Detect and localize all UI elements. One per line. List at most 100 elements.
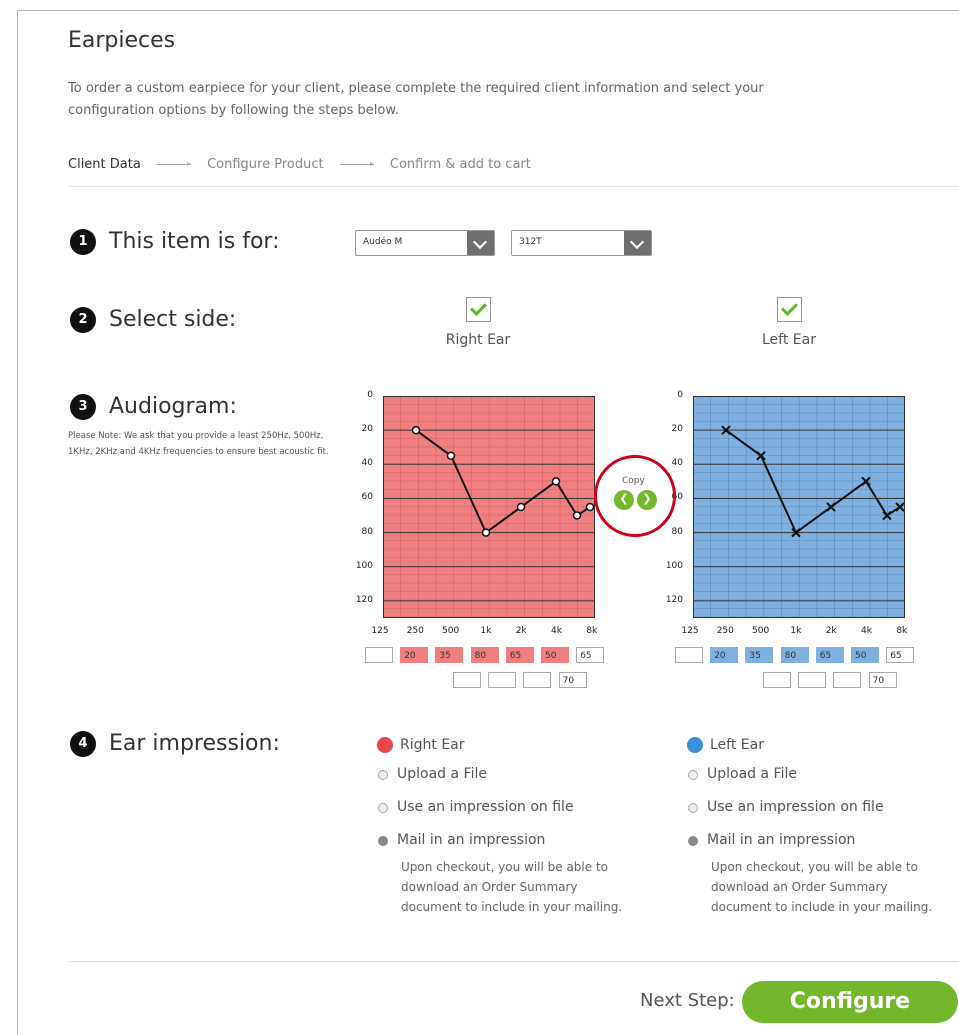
interoctave-input[interactable]: 70: [558, 672, 587, 688]
item-for-label: This item is for:: [109, 229, 280, 254]
step-client-data[interactable]: Client Data: [68, 157, 141, 172]
right-upload-radio[interactable]: [378, 770, 388, 780]
chevron-left-icon: ❮: [619, 492, 629, 505]
interoctave-input[interactable]: [833, 672, 862, 688]
x-tick-label: 250: [716, 626, 734, 636]
x-tick-label: 1k: [790, 626, 802, 636]
interoctave-input[interactable]: [763, 672, 791, 688]
audiogram-note: Please Note: We ask that you provide a l…: [68, 431, 329, 457]
frame-left-border: [17, 10, 18, 1035]
data-point[interactable]: [516, 502, 526, 512]
left-mail-option[interactable]: Mail in an impression: [707, 832, 855, 848]
interoctave-input[interactable]: [453, 672, 481, 688]
page-title: Earpieces: [68, 28, 176, 53]
chevron-right-icon: ❯: [642, 492, 652, 505]
data-point[interactable]: [551, 477, 561, 486]
ear-impression-label: Ear impression:: [109, 731, 280, 756]
copy-highlight-circle: [594, 455, 676, 537]
left-upload-radio[interactable]: [688, 770, 698, 780]
step-arrow-icon: [156, 162, 191, 166]
select-side-label: Select side:: [109, 307, 237, 332]
x-tick-label: 2k: [515, 626, 527, 636]
y-tick-label: 80: [671, 526, 683, 537]
right-audiogram-chart[interactable]: [383, 396, 595, 618]
step-number-badge: 4: [70, 731, 96, 757]
steps-divider: [68, 186, 959, 187]
left-mail-radio[interactable]: [688, 836, 698, 846]
x-tick-label: 125: [371, 626, 389, 636]
right-ear-dot: [377, 737, 393, 753]
data-point[interactable]: [572, 511, 582, 520]
right-mail-radio[interactable]: [378, 836, 388, 846]
left-mail-note: Upon checkout, you will be able to downl…: [711, 860, 933, 914]
y-tick-label: 0: [367, 390, 373, 400]
y-tick-label: 120: [665, 594, 683, 605]
data-point[interactable]: [411, 425, 421, 435]
step-breadcrumb: Client Data Configure Product Confirm & …: [68, 157, 531, 172]
threshold-input[interactable]: 65: [886, 647, 915, 663]
right-mail-note: Upon checkout, you will be able to downl…: [401, 860, 623, 914]
y-tick-label: 60: [361, 492, 373, 503]
next-step-label: Next Step:: [640, 990, 735, 1011]
data-point[interactable]: [585, 502, 595, 512]
audiogram-label: Audiogram:: [109, 394, 237, 419]
interoctave-input[interactable]: [488, 672, 517, 688]
y-tick-label: 120: [355, 594, 373, 605]
intro-text: To order a custom earpiece for your clie…: [68, 81, 764, 118]
data-point[interactable]: [481, 528, 491, 537]
step-confirm[interactable]: Confirm & add to cart: [390, 157, 531, 172]
y-tick-label: 40: [671, 458, 683, 469]
threshold-input[interactable]: 20: [710, 647, 739, 663]
step-configure-product[interactable]: Configure Product: [207, 157, 324, 172]
left-ear-checkbox[interactable]: [777, 297, 802, 322]
left-upload-option[interactable]: Upload a File: [707, 766, 797, 782]
interoctave-input[interactable]: [523, 672, 552, 688]
right-impression-title: Right Ear: [400, 737, 465, 753]
configure-button[interactable]: Configure: [742, 981, 958, 1023]
threshold-input[interactable]: [675, 647, 703, 663]
threshold-input[interactable]: 35: [435, 647, 464, 663]
left-ear-dot: [687, 737, 703, 753]
threshold-input[interactable]: 35: [745, 647, 774, 663]
right-mail-option[interactable]: Mail in an impression: [397, 832, 545, 848]
y-tick-label: 100: [355, 560, 373, 571]
threshold-input[interactable]: 50: [541, 647, 569, 663]
threshold-input[interactable]: 20: [400, 647, 429, 663]
y-tick-label: 100: [665, 560, 683, 571]
threshold-input[interactable]: [365, 647, 393, 663]
copy-label: Copy: [622, 476, 645, 486]
frame-top-border: [17, 10, 959, 11]
interoctave-input[interactable]: [798, 672, 827, 688]
y-tick-label: 20: [361, 424, 373, 435]
footer-divider: [68, 961, 959, 962]
right-on-file-radio[interactable]: [378, 803, 388, 813]
threshold-input[interactable]: 65: [576, 647, 605, 663]
copy-to-left-button[interactable]: ❯: [637, 490, 657, 510]
left-on-file-radio[interactable]: [688, 803, 698, 813]
copy-to-right-button[interactable]: ❮: [614, 490, 634, 510]
interoctave-input[interactable]: 70: [868, 672, 897, 688]
left-audiogram-chart[interactable]: [693, 396, 905, 618]
threshold-input[interactable]: 65: [505, 647, 534, 663]
battery-dropdown-value: 312T: [519, 237, 542, 247]
right-upload-option[interactable]: Upload a File: [397, 766, 487, 782]
y-tick-label: 40: [361, 458, 373, 469]
left-on-file-option[interactable]: Use an impression on file: [707, 799, 884, 815]
threshold-input[interactable]: 80: [780, 647, 809, 663]
threshold-input[interactable]: 65: [815, 647, 844, 663]
right-ear-checkbox[interactable]: [466, 297, 491, 322]
right-on-file-option[interactable]: Use an impression on file: [397, 799, 574, 815]
y-tick-label: 0: [677, 390, 683, 400]
right-ear-label: Right Ear: [445, 332, 511, 348]
product-dropdown[interactable]: Audéo M: [355, 230, 495, 256]
threshold-input[interactable]: 80: [470, 647, 499, 663]
battery-dropdown[interactable]: 312T: [511, 230, 652, 256]
step-number-badge: 2: [70, 307, 96, 333]
left-ear-label: Left Ear: [762, 332, 816, 348]
threshold-input[interactable]: 50: [851, 647, 879, 663]
x-tick-label: 4k: [551, 626, 562, 636]
step-number-badge: 3: [70, 394, 96, 420]
x-tick-label: 8k: [896, 626, 908, 636]
data-point[interactable]: [446, 451, 456, 461]
chevron-down-icon: [624, 231, 651, 255]
